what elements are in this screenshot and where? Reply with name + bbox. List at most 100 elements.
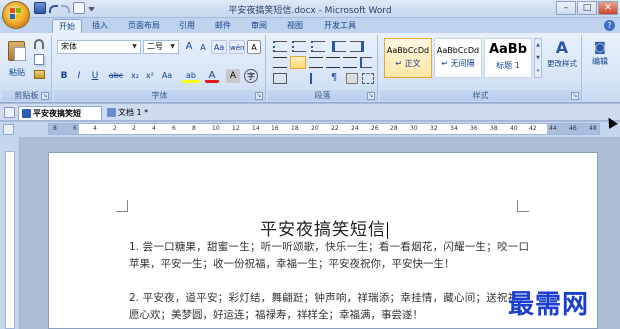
char-shading-button[interactable]: A [226,69,240,83]
tab-review[interactable]: 审阅 [246,19,272,33]
char-border-button[interactable]: A [247,40,261,54]
paragraph-1[interactable]: 1. 尝一口糖果，甜蜜一生；听一听颂歌，快乐一生；看一看烟花，闪耀一生；咬一口苹… [129,239,529,273]
italic-button[interactable]: I [73,69,85,83]
text-direction-icon[interactable] [273,73,287,84]
ruler-tick-label: 24 [351,125,359,132]
doc-menu-icon[interactable] [4,107,15,118]
title-bar: 平安夜搞笑短信.docx - Microsoft Word – □ ✕ [0,0,620,18]
maximize-button[interactable]: □ [577,1,597,15]
highlight-button[interactable]: ab [182,69,200,83]
ruler-tick-label: 18 [291,125,299,132]
borders-icon[interactable] [362,73,374,84]
tab-mailings[interactable]: 邮件 [210,19,236,33]
tab-insert[interactable]: 插入 [86,19,114,33]
tab-page-layout[interactable]: 页面布局 [122,19,166,33]
editing-button[interactable]: ◙ 编辑 [586,38,614,78]
line-spacing-icon[interactable] [360,57,372,68]
style-no-spacing[interactable]: AaBbCcDd ↵ 无间隔 [434,38,482,78]
minimize-button[interactable]: – [556,1,576,15]
superscript-button[interactable]: x² [143,69,157,83]
font-color-button[interactable]: A [205,69,219,83]
format-painter-icon[interactable] [34,70,45,79]
underline-button[interactable]: U [88,69,102,83]
tab-view[interactable]: 视图 [282,19,308,33]
style-name: ↵ 正文 [395,59,421,68]
font-size-value: 二号 [147,42,163,51]
style-sample: AaBbCcDd [436,46,480,55]
paragraph-launcher[interactable]: ↘ [367,92,375,100]
shading-icon[interactable] [346,73,358,84]
distributed-icon[interactable] [343,57,357,68]
increase-indent-icon[interactable] [350,41,364,52]
office-button[interactable] [2,1,30,29]
styles-launcher[interactable]: ↘ [571,92,579,100]
sort-icon[interactable] [310,73,322,84]
font-size-combo[interactable]: 二号 ▼ [143,40,179,54]
paragraph-group: ¶ 段落 ↘ [268,35,378,101]
show-marks-icon[interactable]: ¶ [328,72,340,84]
vertical-ruler[interactable] [0,137,20,329]
close-button[interactable]: ✕ [598,1,618,15]
clear-formatting-button[interactable]: Aa [211,40,227,54]
align-left-icon[interactable] [273,57,287,68]
bold-button[interactable]: B [58,69,70,83]
numbering-icon[interactable] [292,41,306,52]
multilevel-list-icon[interactable] [311,41,325,52]
justify-icon[interactable] [326,57,340,68]
align-right-icon[interactable] [309,57,323,68]
office-logo-icon [10,8,22,22]
styles-scroll[interactable]: ▲ ▼ ▾ [534,38,542,78]
doc-tab[interactable]: 文档 1 * [104,106,154,120]
editing-group: ◙ 编辑 [584,35,616,101]
ruler-tick-label: 16 [271,125,279,132]
help-button[interactable]: ? [604,20,615,31]
ruler-tick-label: 4 [93,125,97,132]
horizontal-ruler[interactable]: 8 6 4 2 2 4 6 8 10 12 14 16 18 20 22 24 26 28 30 32 34 36 38 40… [48,123,600,135]
align-center-icon[interactable] [290,56,306,69]
font-group: 宋体 ▼ 二号 ▼ A A Aa wén A B I U abc x₂ x² A… [54,35,266,101]
tab-selector-button[interactable] [3,124,14,135]
tab-developer[interactable]: 开发工具 [318,19,362,33]
styles-group-label: 样式 [380,90,581,101]
doc-tab-active[interactable]: 平安夜搞笑短信.docx [18,106,102,131]
window-controls: – □ ✕ [556,1,618,15]
enclose-char-button[interactable]: 字 [244,69,258,83]
cut-icon[interactable] [34,39,44,49]
strikethrough-button[interactable]: abc [106,69,126,83]
subscript-button[interactable]: x₂ [128,69,142,83]
ruler-tick-label: 2 [113,125,117,132]
ruler-tick-label: 28 [390,125,398,132]
copy-icon[interactable] [34,54,44,65]
margin-corner-tl [116,200,128,212]
change-case-button[interactable]: Aa [159,69,175,83]
ruler-tick-label: 4 [152,125,156,132]
paragraph-group-label: 段落 [268,90,377,101]
tab-home[interactable]: 开始 [52,19,82,33]
change-styles-button[interactable]: A 更改样式 [545,38,579,86]
style-heading-1[interactable]: AaBb 标题 1 [484,38,532,78]
ribbon: 粘贴 剪贴板 ↘ 宋体 ▼ 二号 ▼ A A Aa wén A B I U ab… [0,33,620,103]
style-normal[interactable]: AaBbCcDd ↵ 正文 [384,38,432,78]
font-name-value: 宋体 [61,42,77,51]
style-sample: AaBbCcDd [386,46,430,55]
paste-button[interactable]: 粘贴 [6,39,28,83]
binoculars-icon: ◙ [594,40,606,54]
style-name: ↵ 无间隔 [441,59,475,68]
ruler-tick-label: 8 [192,125,196,132]
clipboard-launcher[interactable]: ↘ [41,92,49,100]
grow-font-button[interactable]: A [182,40,196,54]
document-title-text: 平安夜搞笑短信 [260,220,386,240]
shrink-font-button[interactable]: A [197,41,209,55]
ruler-tick-label: 14 [252,125,260,132]
phonetic-guide-button[interactable]: wén [229,40,245,54]
tab-references[interactable]: 引用 [174,19,200,33]
bullets-icon[interactable] [273,41,287,52]
decrease-indent-icon[interactable] [332,41,346,52]
styles-group: AaBbCcDd ↵ 正文 AaBbCcDd ↵ 无间隔 AaBb 标题 1 ▲… [380,35,582,101]
font-name-combo[interactable]: 宋体 ▼ [57,40,141,54]
font-launcher[interactable]: ↘ [255,92,263,100]
text-cursor [387,222,388,239]
ruler-tick-label: 46 [569,125,577,132]
document-title[interactable]: 平安夜搞笑短信 [49,215,599,240]
paragraph-2[interactable]: 2. 平安夜，道平安；彩灯结，舞翩跹；钟声响，祥瑞添；幸挂情，藏心间；送祝福，愿… [129,290,529,324]
